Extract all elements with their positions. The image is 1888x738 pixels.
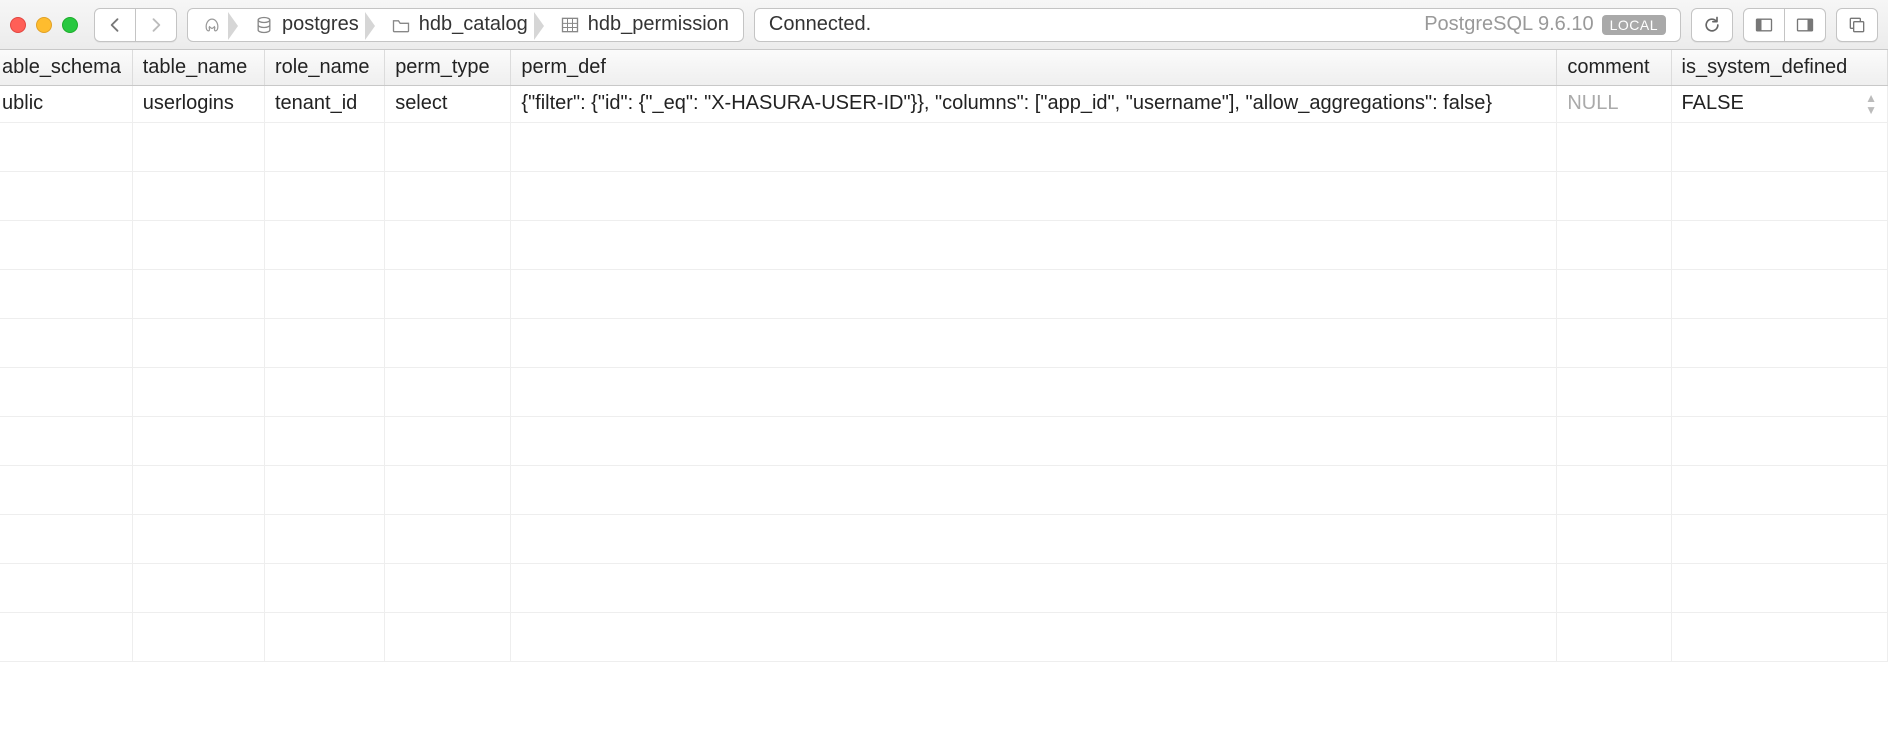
connection-badge: LOCAL — [1602, 15, 1666, 35]
close-window-button[interactable] — [10, 17, 26, 33]
breadcrumb-schema-label: hdb_catalog — [419, 13, 528, 36]
col-header-perm-type[interactable]: perm_type — [385, 50, 511, 86]
windows-icon — [1847, 15, 1867, 35]
table-row[interactable] — [0, 515, 1888, 564]
cell-comment[interactable]: NULL — [1557, 86, 1671, 123]
right-panel-toggle[interactable] — [1785, 8, 1826, 42]
db-version: PostgreSQL 9.6.10 — [1424, 13, 1593, 36]
table-row[interactable] — [0, 564, 1888, 613]
col-header-role-name[interactable]: role_name — [264, 50, 384, 86]
cell-table-name[interactable]: userlogins — [132, 86, 264, 123]
folder-icon — [391, 15, 411, 35]
table-row[interactable] — [0, 319, 1888, 368]
status-bar: Connected. PostgreSQL 9.6.10 LOCAL — [754, 8, 1681, 42]
table-row[interactable] — [0, 466, 1888, 515]
elephant-icon — [202, 15, 222, 35]
right-panel-icon — [1795, 15, 1815, 35]
windows-button[interactable] — [1836, 8, 1878, 42]
table-row[interactable] — [0, 172, 1888, 221]
table-icon — [560, 15, 580, 35]
results-table: able_schema table_name role_name perm_ty… — [0, 50, 1888, 662]
toolbar: postgres hdb_catalog hdb_permission Conn… — [0, 0, 1888, 50]
cell-perm-def[interactable]: {"filter": {"id": {"_eq": "X-HASURA-USER… — [511, 86, 1557, 123]
status-right: PostgreSQL 9.6.10 LOCAL — [1424, 13, 1666, 36]
back-button[interactable] — [94, 8, 136, 42]
forward-button[interactable] — [136, 8, 177, 42]
table-row[interactable] — [0, 221, 1888, 270]
breadcrumb-schema[interactable]: hdb_catalog — [373, 9, 542, 41]
breadcrumb-database-label: postgres — [282, 13, 359, 36]
left-panel-toggle[interactable] — [1743, 8, 1785, 42]
col-header-table-name[interactable]: table_name — [132, 50, 264, 86]
table-row[interactable] — [0, 270, 1888, 319]
status-text: Connected. — [769, 13, 871, 36]
cell-is-system-defined[interactable]: FALSE ▲▼ — [1671, 86, 1887, 123]
results-grid[interactable]: able_schema table_name role_name perm_ty… — [0, 50, 1888, 738]
panel-toggle-group — [1743, 8, 1826, 42]
col-header-is-system-defined[interactable]: is_system_defined — [1671, 50, 1887, 86]
stepper-icon[interactable]: ▲▼ — [1865, 92, 1877, 116]
cell-table-schema[interactable]: ublic — [0, 86, 132, 123]
chevron-left-icon — [105, 15, 125, 35]
chevron-right-icon — [146, 15, 166, 35]
nav-buttons — [94, 8, 177, 42]
col-header-table-schema[interactable]: able_schema — [0, 50, 132, 86]
breadcrumb-table[interactable]: hdb_permission — [542, 9, 743, 41]
minimize-window-button[interactable] — [36, 17, 52, 33]
left-panel-icon — [1754, 15, 1774, 35]
header-row: able_schema table_name role_name perm_ty… — [0, 50, 1888, 86]
cell-is-system-defined-value: FALSE — [1682, 92, 1744, 114]
refresh-button[interactable] — [1691, 8, 1733, 42]
breadcrumb-database[interactable]: postgres — [236, 9, 373, 41]
refresh-icon — [1702, 15, 1722, 35]
table-row[interactable]: ublic userlogins tenant_id select {"filt… — [0, 86, 1888, 123]
cell-role-name[interactable]: tenant_id — [264, 86, 384, 123]
table-row[interactable] — [0, 417, 1888, 466]
zoom-window-button[interactable] — [62, 17, 78, 33]
table-row[interactable] — [0, 123, 1888, 172]
table-row[interactable] — [0, 368, 1888, 417]
col-header-perm-def[interactable]: perm_def — [511, 50, 1557, 86]
window-controls — [10, 17, 84, 33]
breadcrumb-table-label: hdb_permission — [588, 13, 729, 36]
database-icon — [254, 15, 274, 35]
table-row[interactable] — [0, 613, 1888, 662]
cell-perm-type[interactable]: select — [385, 86, 511, 123]
breadcrumb: postgres hdb_catalog hdb_permission — [187, 8, 744, 42]
col-header-comment[interactable]: comment — [1557, 50, 1671, 86]
